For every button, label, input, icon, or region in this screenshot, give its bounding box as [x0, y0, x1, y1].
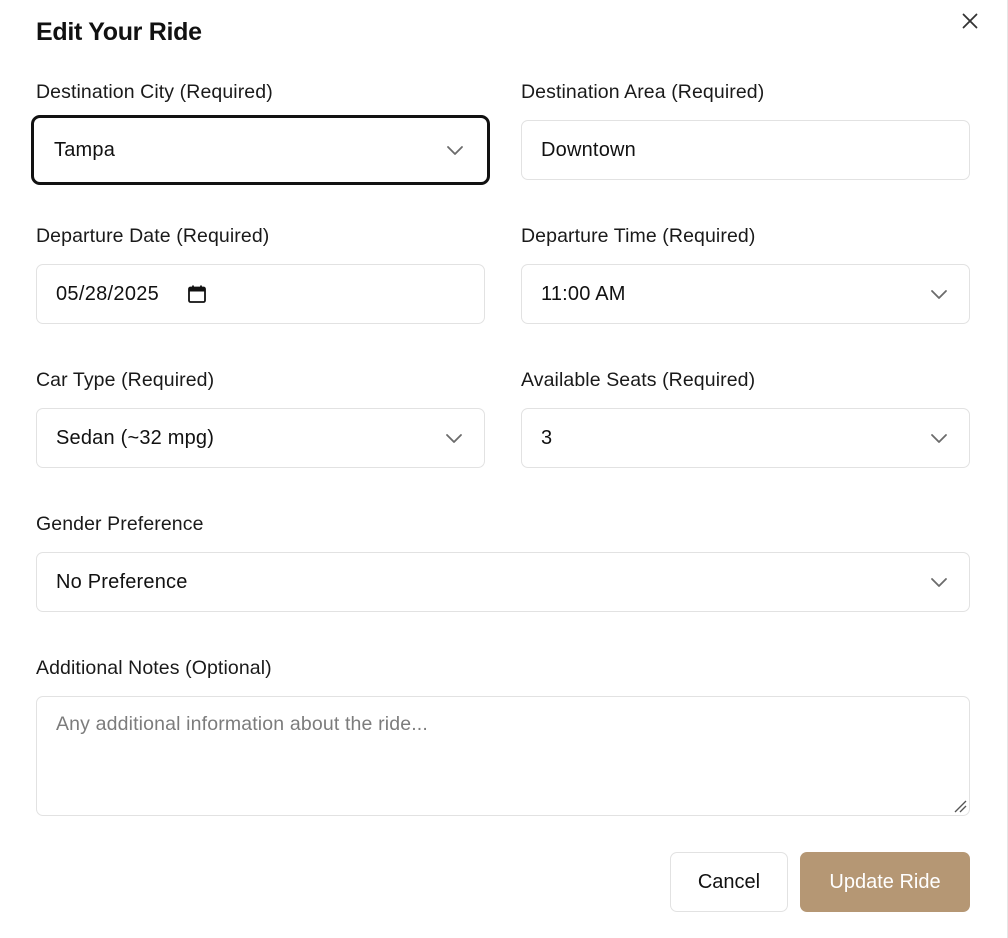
additional-notes-textarea[interactable]: Any additional information about the rid… — [36, 696, 970, 816]
departure-date-value: 05/28/2025 — [56, 282, 160, 305]
destination-area-label: Destination Area (Required) — [521, 81, 765, 103]
chevron-down-icon — [447, 146, 463, 155]
additional-notes-field: Additional Notes (Optional) — [36, 656, 272, 680]
gender-preference-label: Gender Preference — [36, 513, 204, 535]
update-ride-button[interactable]: Update Ride — [800, 852, 970, 912]
destination-area-field: Destination Area (Required) — [521, 80, 764, 104]
available-seats-field: Available Seats (Required) — [521, 368, 755, 392]
departure-time-select[interactable]: 11:00 AM — [521, 264, 970, 324]
destination-city-value: Tampa — [54, 138, 116, 161]
close-icon — [962, 13, 978, 29]
available-seats-label: Available Seats (Required) — [521, 369, 756, 391]
departure-time-label: Departure Time (Required) — [521, 225, 756, 247]
chevron-down-icon — [931, 290, 947, 299]
additional-notes-placeholder: Any additional information about the rid… — [56, 713, 428, 735]
departure-date-label: Departure Date (Required) — [36, 225, 270, 247]
close-button[interactable] — [958, 9, 982, 33]
gender-preference-select[interactable]: No Preference — [36, 552, 970, 612]
destination-city-field: Destination City (Required) — [36, 80, 273, 104]
available-seats-select[interactable]: 3 — [521, 408, 970, 468]
gender-preference-field: Gender Preference — [36, 512, 204, 536]
available-seats-value: 3 — [541, 426, 553, 449]
additional-notes-label: Additional Notes (Optional) — [36, 657, 272, 679]
departure-time-field: Departure Time (Required) — [521, 224, 755, 248]
departure-date-input[interactable]: 05/28/2025 — [36, 264, 485, 324]
departure-time-value: 11:00 AM — [541, 282, 626, 305]
resize-handle-icon[interactable] — [953, 799, 967, 813]
cancel-button[interactable]: Cancel — [670, 852, 788, 912]
gender-preference-value: No Preference — [56, 570, 188, 593]
dialog-title: Edit Your Ride — [36, 18, 202, 46]
destination-city-select[interactable]: Tampa — [31, 115, 490, 185]
destination-area-value: Downtown — [541, 138, 636, 161]
calendar-icon[interactable] — [187, 284, 207, 304]
chevron-down-icon — [931, 434, 947, 443]
destination-area-input[interactable]: Downtown — [521, 120, 970, 180]
chevron-down-icon — [446, 434, 462, 443]
departure-date-field: Departure Date (Required) — [36, 224, 269, 248]
car-type-label: Car Type (Required) — [36, 369, 215, 391]
chevron-down-icon — [931, 578, 947, 587]
car-type-field: Car Type (Required) — [36, 368, 214, 392]
car-type-value: Sedan (~32 mpg) — [56, 426, 215, 449]
edit-ride-dialog: Edit Your Ride Destination City (Require… — [0, 0, 1008, 938]
destination-city-label: Destination City (Required) — [36, 81, 273, 103]
car-type-select[interactable]: Sedan (~32 mpg) — [36, 408, 485, 468]
